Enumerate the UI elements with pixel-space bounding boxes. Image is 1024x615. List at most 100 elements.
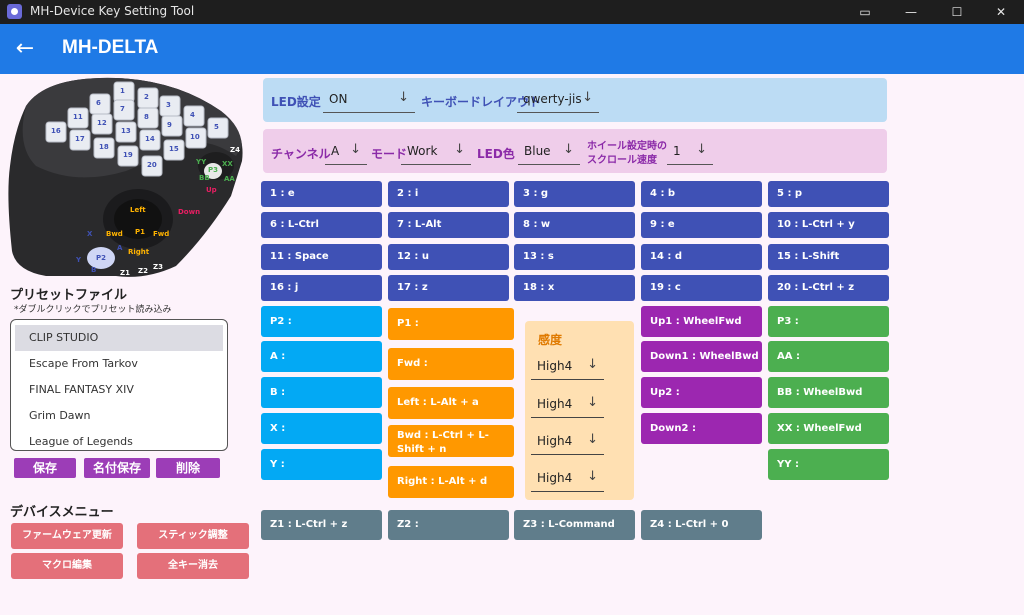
device-key-label: Y xyxy=(75,256,82,264)
preset-item[interactable]: CLIP STUDIO xyxy=(15,325,223,351)
key-button[interactable]: AA : xyxy=(768,341,889,372)
key-button[interactable]: B : xyxy=(261,377,382,408)
key-button[interactable]: 12 : u xyxy=(388,244,509,270)
channel-dropdown[interactable]: A ↓ xyxy=(325,139,367,165)
key-button[interactable]: P1 : xyxy=(388,308,514,340)
key-button[interactable]: 9 : e xyxy=(641,212,762,238)
key-button[interactable]: Z3 : L-Command xyxy=(514,510,635,540)
sensitivity-dropdown[interactable]: High4 ↓ xyxy=(531,354,604,380)
maximize-button[interactable]: ☐ xyxy=(934,0,980,24)
firmware-update-button[interactable]: ファームウェア更新 xyxy=(11,523,123,549)
device-key-label: 5 xyxy=(214,123,219,131)
sensitivity-dropdown[interactable]: High4 ↓ xyxy=(531,429,604,455)
preset-list[interactable]: CLIP STUDIO Escape From Tarkov FINAL FANTA… xyxy=(10,319,228,451)
key-button[interactable]: 5 : p xyxy=(768,181,889,207)
key-button[interactable]: 6 : L-Ctrl xyxy=(261,212,382,238)
device-menu-heading: デバイスメニュー xyxy=(10,505,114,520)
key-button[interactable]: 11 : Space xyxy=(261,244,382,270)
sensitivity-dropdown[interactable]: High4 ↓ xyxy=(531,466,604,492)
device-key-label: 6 xyxy=(96,99,101,107)
key-button[interactable]: 7 : L-Alt xyxy=(388,212,509,238)
back-arrow-icon[interactable]: ← xyxy=(10,34,40,64)
window-title: MH-Device Key Setting Tool xyxy=(30,4,195,18)
key-button[interactable]: 15 : L-Shift xyxy=(768,244,889,270)
device-key-label: 17 xyxy=(75,135,85,143)
key-button[interactable]: 17 : z xyxy=(388,275,509,301)
key-button[interactable]: BB : WheelBwd xyxy=(768,377,889,408)
key-button[interactable]: Up1 : WheelFwd xyxy=(641,306,762,337)
key-button[interactable]: Z1 : L-Ctrl + z xyxy=(261,510,382,540)
device-key-label: 9 xyxy=(167,121,172,129)
device-key-label: 20 xyxy=(147,161,157,169)
chevron-down-icon: ↓ xyxy=(350,142,361,157)
key-button[interactable]: P2 : xyxy=(261,306,382,337)
key-button[interactable]: A : xyxy=(261,341,382,372)
close-button[interactable]: ✕ xyxy=(978,0,1024,24)
key-button[interactable]: 8 : w xyxy=(514,212,635,238)
key-button[interactable]: Z2 : xyxy=(388,510,509,540)
key-button[interactable]: 18 : x xyxy=(514,275,635,301)
key-button[interactable]: Down1 : WheelBwd xyxy=(641,341,762,372)
key-button[interactable]: 19 : c xyxy=(641,275,762,301)
key-button[interactable]: Bwd : L-Ctrl + L-Shift + n xyxy=(388,425,514,457)
device-key-label: 4 xyxy=(190,111,195,119)
key-button[interactable]: P3 : xyxy=(768,306,889,337)
mode-dropdown[interactable]: Work ↓ xyxy=(401,139,471,165)
key-button[interactable]: 3 : g xyxy=(514,181,635,207)
key-button[interactable]: Right : L-Alt + d xyxy=(388,466,514,498)
device-key-label: 14 xyxy=(145,135,155,143)
key-button[interactable]: 16 : j xyxy=(261,275,382,301)
led-settings-panel: LED設定 ON ↓ キーボードレイアウト qwerty-jis ↓ xyxy=(263,78,887,122)
device-key-label: 16 xyxy=(51,127,61,135)
channel-settings-panel: チャンネル A ↓ モード Work ↓ LED色 Blue ↓ ホイール設定時… xyxy=(263,129,887,173)
minimize-button[interactable]: — xyxy=(888,0,934,24)
key-button[interactable]: YY : xyxy=(768,449,889,480)
key-button[interactable]: 2 : i xyxy=(388,181,509,207)
key-button[interactable]: 10 : L-Ctrl + y xyxy=(768,212,889,238)
key-button[interactable]: Down2 : xyxy=(641,413,762,444)
chevron-down-icon: ↓ xyxy=(563,142,574,157)
clear-all-keys-button[interactable]: 全キー消去 xyxy=(137,553,249,579)
key-button[interactable]: Fwd : xyxy=(388,348,514,380)
preset-item[interactable]: League of Legends xyxy=(15,429,223,450)
device-key-label: 2 xyxy=(144,93,149,101)
key-button[interactable]: 1 : e xyxy=(261,181,382,207)
save-as-button[interactable]: 名付保存 xyxy=(84,458,150,478)
preset-item[interactable]: FINAL FANTASY XIV xyxy=(15,377,223,403)
key-button[interactable]: Left : L-Alt + a xyxy=(388,387,514,419)
sensitivity-dropdown[interactable]: High4 ↓ xyxy=(531,392,604,418)
key-button[interactable]: 13 : s xyxy=(514,244,635,270)
macro-edit-button[interactable]: マクロ編集 xyxy=(11,553,123,579)
chevron-down-icon: ↓ xyxy=(696,142,707,157)
key-button[interactable]: 20 : L-Ctrl + z xyxy=(768,275,889,301)
device-key-label: YY xyxy=(195,158,207,166)
led-color-dropdown[interactable]: Blue ↓ xyxy=(518,139,580,165)
keyboard-layout-dropdown[interactable]: qwerty-jis ↓ xyxy=(517,87,599,113)
device-key-label: P3 xyxy=(208,166,218,174)
device-key-label: BB xyxy=(199,174,210,182)
preset-item[interactable]: Grim Dawn xyxy=(15,403,223,429)
device-key-label: Down xyxy=(178,208,200,216)
device-title: MH-DELTA xyxy=(62,37,159,58)
key-button[interactable]: XX : WheelFwd xyxy=(768,413,889,444)
key-button[interactable]: 14 : d xyxy=(641,244,762,270)
key-button[interactable]: Y : xyxy=(261,449,382,480)
device-key-label: 1 xyxy=(120,87,125,95)
led-setting-dropdown[interactable]: ON ↓ xyxy=(323,87,415,113)
key-button[interactable]: Z4 : L-Ctrl + 0 xyxy=(641,510,762,540)
device-key-label: Bwd xyxy=(106,230,123,238)
stick-adjust-button[interactable]: スティック調整 xyxy=(137,523,249,549)
save-button[interactable]: 保存 xyxy=(14,458,76,478)
key-button[interactable]: 4 : b xyxy=(641,181,762,207)
chevron-down-icon: ↓ xyxy=(582,90,593,105)
key-button[interactable]: Up2 : xyxy=(641,377,762,408)
device-key-label: Z4 xyxy=(230,146,240,154)
snap-icon[interactable]: ▭ xyxy=(842,0,888,24)
wheel-speed-dropdown[interactable]: 1 ↓ xyxy=(667,139,713,165)
device-key-label: 12 xyxy=(97,119,107,127)
preset-item[interactable]: Escape From Tarkov xyxy=(15,351,223,377)
led-setting-label: LED設定 xyxy=(271,95,321,109)
delete-button[interactable]: 削除 xyxy=(156,458,220,478)
key-button[interactable]: X : xyxy=(261,413,382,444)
device-key-label: Left xyxy=(130,206,146,214)
